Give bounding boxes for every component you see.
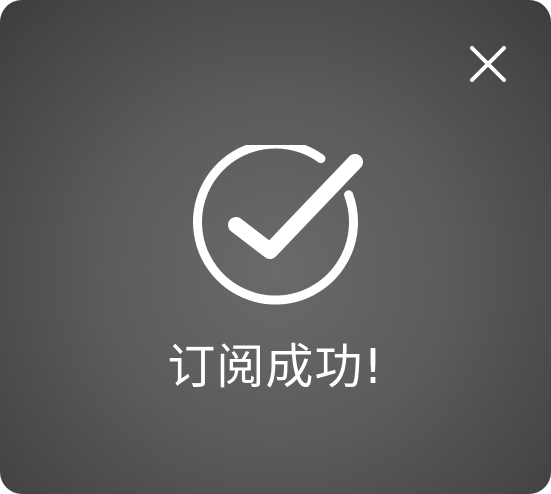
success-status	[190, 145, 370, 310]
close-button[interactable]	[464, 40, 512, 88]
check-circle-icon	[193, 145, 363, 305]
close-icon[interactable]	[464, 40, 512, 88]
success-message: 订阅成功!	[167, 339, 384, 395]
subscription-success-dialog: 订阅成功!	[0, 0, 551, 494]
